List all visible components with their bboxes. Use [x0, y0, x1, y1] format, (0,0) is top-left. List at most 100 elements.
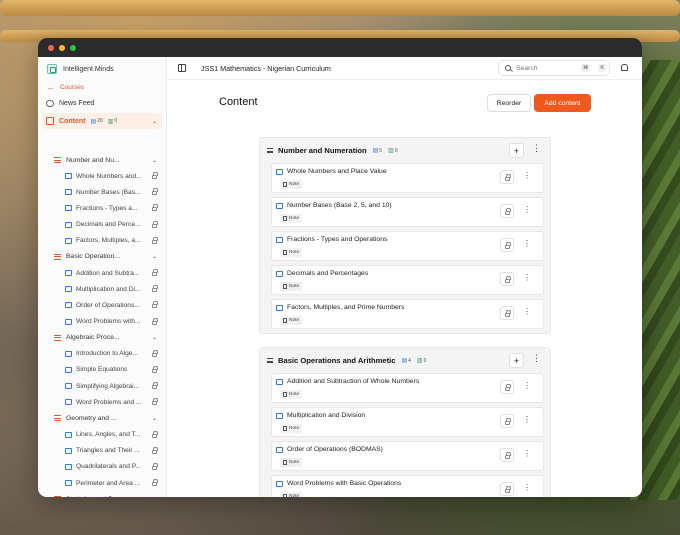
group-title: Number and Numeration: [278, 146, 367, 155]
maximize-window-button[interactable]: [70, 44, 76, 51]
sidebar-lesson-item[interactable]: Decimals and Perce...: [38, 217, 166, 233]
sidebar-section[interactable]: Number and Nu... ⌄: [38, 152, 166, 168]
lock-button[interactable]: [500, 238, 514, 252]
toggle-sidebar-icon[interactable]: [178, 64, 186, 72]
lock-button[interactable]: [500, 448, 514, 462]
section-label: Algebraic Proce...: [66, 334, 120, 342]
lesson-label: Perimeter and Area ...: [76, 479, 141, 487]
sidebar-section[interactable]: Geometry and ... ⌄: [38, 410, 166, 426]
content-card[interactable]: Order of Operations (BODMAS) Note ⋮: [271, 441, 544, 471]
sidebar-lesson-item[interactable]: Simplifying Algebrai...: [38, 378, 166, 394]
chat-bubble-icon: [46, 100, 54, 107]
add-item-button[interactable]: +: [509, 353, 524, 368]
sidebar-item-content[interactable]: Content ▤ 20 ▥ 0 ⌄: [42, 113, 162, 129]
lock-icon: [152, 301, 158, 309]
note-tag: Note: [280, 316, 303, 325]
sidebar-lesson-item[interactable]: Multiplication and Di...: [38, 281, 166, 297]
content-card[interactable]: Multiplication and Division Note ⋮: [271, 407, 544, 437]
more-options-icon[interactable]: ⋮: [523, 308, 531, 316]
sidebar-lesson-item[interactable]: Perimeter and Area ...: [38, 475, 166, 491]
more-options-icon[interactable]: ⋮: [523, 206, 531, 214]
more-options-icon[interactable]: ⋮: [523, 484, 531, 492]
sidebar-lesson-item[interactable]: Addition and Subtra...: [38, 265, 166, 281]
sidebar-lesson-item[interactable]: Factors, Multiples, a...: [38, 233, 166, 249]
shortcut-key-cmd: ⌘: [580, 64, 591, 72]
sidebar-lesson-item[interactable]: Fractions - Types a...: [38, 200, 166, 216]
book-open-icon: [65, 366, 72, 373]
content-card[interactable]: Factors, Multiples, and Prime Numbers Not…: [271, 299, 544, 329]
book-open-icon: [65, 173, 72, 180]
note-tag-label: Note: [289, 284, 300, 289]
back-to-courses-link[interactable]: ← Courses: [38, 80, 166, 95]
chevron-down-icon[interactable]: ⌄: [152, 157, 157, 164]
lock-button[interactable]: [500, 272, 514, 286]
more-options-icon[interactable]: ⋮: [523, 240, 531, 248]
book-open-icon: [65, 463, 72, 470]
content-label: Content: [59, 117, 86, 125]
more-options-icon[interactable]: ⋮: [532, 144, 541, 153]
book-open-icon: [65, 205, 72, 212]
sidebar-lesson-item[interactable]: Triangles and Their ...: [38, 443, 166, 459]
lesson-label: Multiplication and Di...: [76, 285, 141, 293]
search-input[interactable]: Search ⌘ K: [498, 60, 610, 76]
drag-handle-icon[interactable]: [267, 148, 273, 153]
book-open-icon: [65, 221, 72, 228]
lock-button[interactable]: [500, 380, 514, 394]
sidebar-lesson-item[interactable]: Number Bases (Bas...: [38, 184, 166, 200]
card-title: Factors, Multiples, and Prime Numbers: [287, 304, 405, 311]
sidebar-section[interactable]: Statistics and D... ⌄: [38, 491, 166, 497]
drag-handle-icon[interactable]: [267, 358, 273, 363]
minimize-window-button[interactable]: [59, 44, 65, 51]
sidebar-item-news-feed[interactable]: News Feed: [38, 95, 166, 112]
close-window-button[interactable]: [48, 44, 54, 51]
add-item-button[interactable]: +: [509, 143, 524, 158]
reorder-button[interactable]: Reorder: [487, 94, 531, 112]
more-options-icon[interactable]: ⋮: [523, 416, 531, 424]
sidebar-section[interactable]: Basic Operation... ⌄: [38, 249, 166, 265]
content-card[interactable]: Whole Numbers and Place Value Note ⋮: [271, 163, 544, 193]
sidebar-lesson-item[interactable]: Word Problems and ...: [38, 394, 166, 410]
chevron-down-icon[interactable]: ⌄: [152, 415, 157, 422]
sidebar-section[interactable]: Algebraic Proce... ⌄: [38, 330, 166, 346]
content-card[interactable]: Word Problems with Basic Operations Note ⋮: [271, 475, 544, 497]
section-label: Statistics and D...: [66, 496, 147, 497]
chevron-down-icon[interactable]: ⌄: [152, 253, 157, 260]
more-options-icon[interactable]: ⋮: [532, 354, 541, 363]
content-card[interactable]: Addition and Subtraction of Whole Number…: [271, 373, 544, 403]
sidebar-lesson-item[interactable]: Whole Numbers and...: [38, 168, 166, 184]
sidebar-lesson-item[interactable]: Lines, Angles, and T...: [38, 426, 166, 442]
more-options-icon[interactable]: ⋮: [523, 274, 531, 282]
chevron-down-icon[interactable]: ⌄: [152, 496, 157, 498]
lock-button[interactable]: [500, 414, 514, 428]
content-card[interactable]: Number Bases (Base 2, 5, and 10) Note ⋮: [271, 197, 544, 227]
book-open-icon: [65, 480, 72, 487]
content-card[interactable]: Decimals and Percentages Note ⋮: [271, 265, 544, 295]
content-tree: Number and Nu... ⌄ Whole Numbers and... Num…: [38, 152, 166, 497]
sidebar-lesson-item[interactable]: Word Problems with...: [38, 314, 166, 330]
content-card[interactable]: Fractions - Types and Operations Note ⋮: [271, 231, 544, 261]
sidebar-lesson-item[interactable]: Simple Equations: [38, 362, 166, 378]
note-tag-label: Note: [289, 182, 300, 187]
chevron-down-icon[interactable]: ⌄: [152, 334, 157, 341]
add-content-button[interactable]: Add content: [534, 94, 591, 112]
card-title: Whole Numbers and Place Value: [287, 168, 387, 175]
more-options-icon[interactable]: ⋮: [523, 450, 531, 458]
lock-button[interactable]: [500, 204, 514, 218]
more-options-icon[interactable]: ⋮: [523, 382, 531, 390]
lock-button[interactable]: [500, 306, 514, 320]
lock-icon: [152, 446, 158, 454]
sidebar-lesson-item[interactable]: Order of Operations...: [38, 297, 166, 313]
lesson-label: Order of Operations...: [76, 301, 140, 309]
sidebar-lesson-item[interactable]: Quadrilaterals and P...: [38, 459, 166, 475]
brand[interactable]: Intelligent Minds: [38, 58, 166, 80]
book-open-icon: ▤: [90, 118, 97, 125]
chevron-down-icon[interactable]: ⌄: [152, 118, 157, 125]
bell-icon[interactable]: [621, 64, 628, 71]
book-open-icon: [65, 302, 72, 309]
lock-button[interactable]: [500, 170, 514, 184]
lock-button[interactable]: [500, 482, 514, 496]
sidebar-lesson-item[interactable]: Introduction to Alge...: [38, 346, 166, 362]
more-options-icon[interactable]: ⋮: [523, 172, 531, 180]
quiz-count: 0: [394, 147, 398, 154]
quiz-count-badge: ▥ 0: [108, 118, 117, 125]
